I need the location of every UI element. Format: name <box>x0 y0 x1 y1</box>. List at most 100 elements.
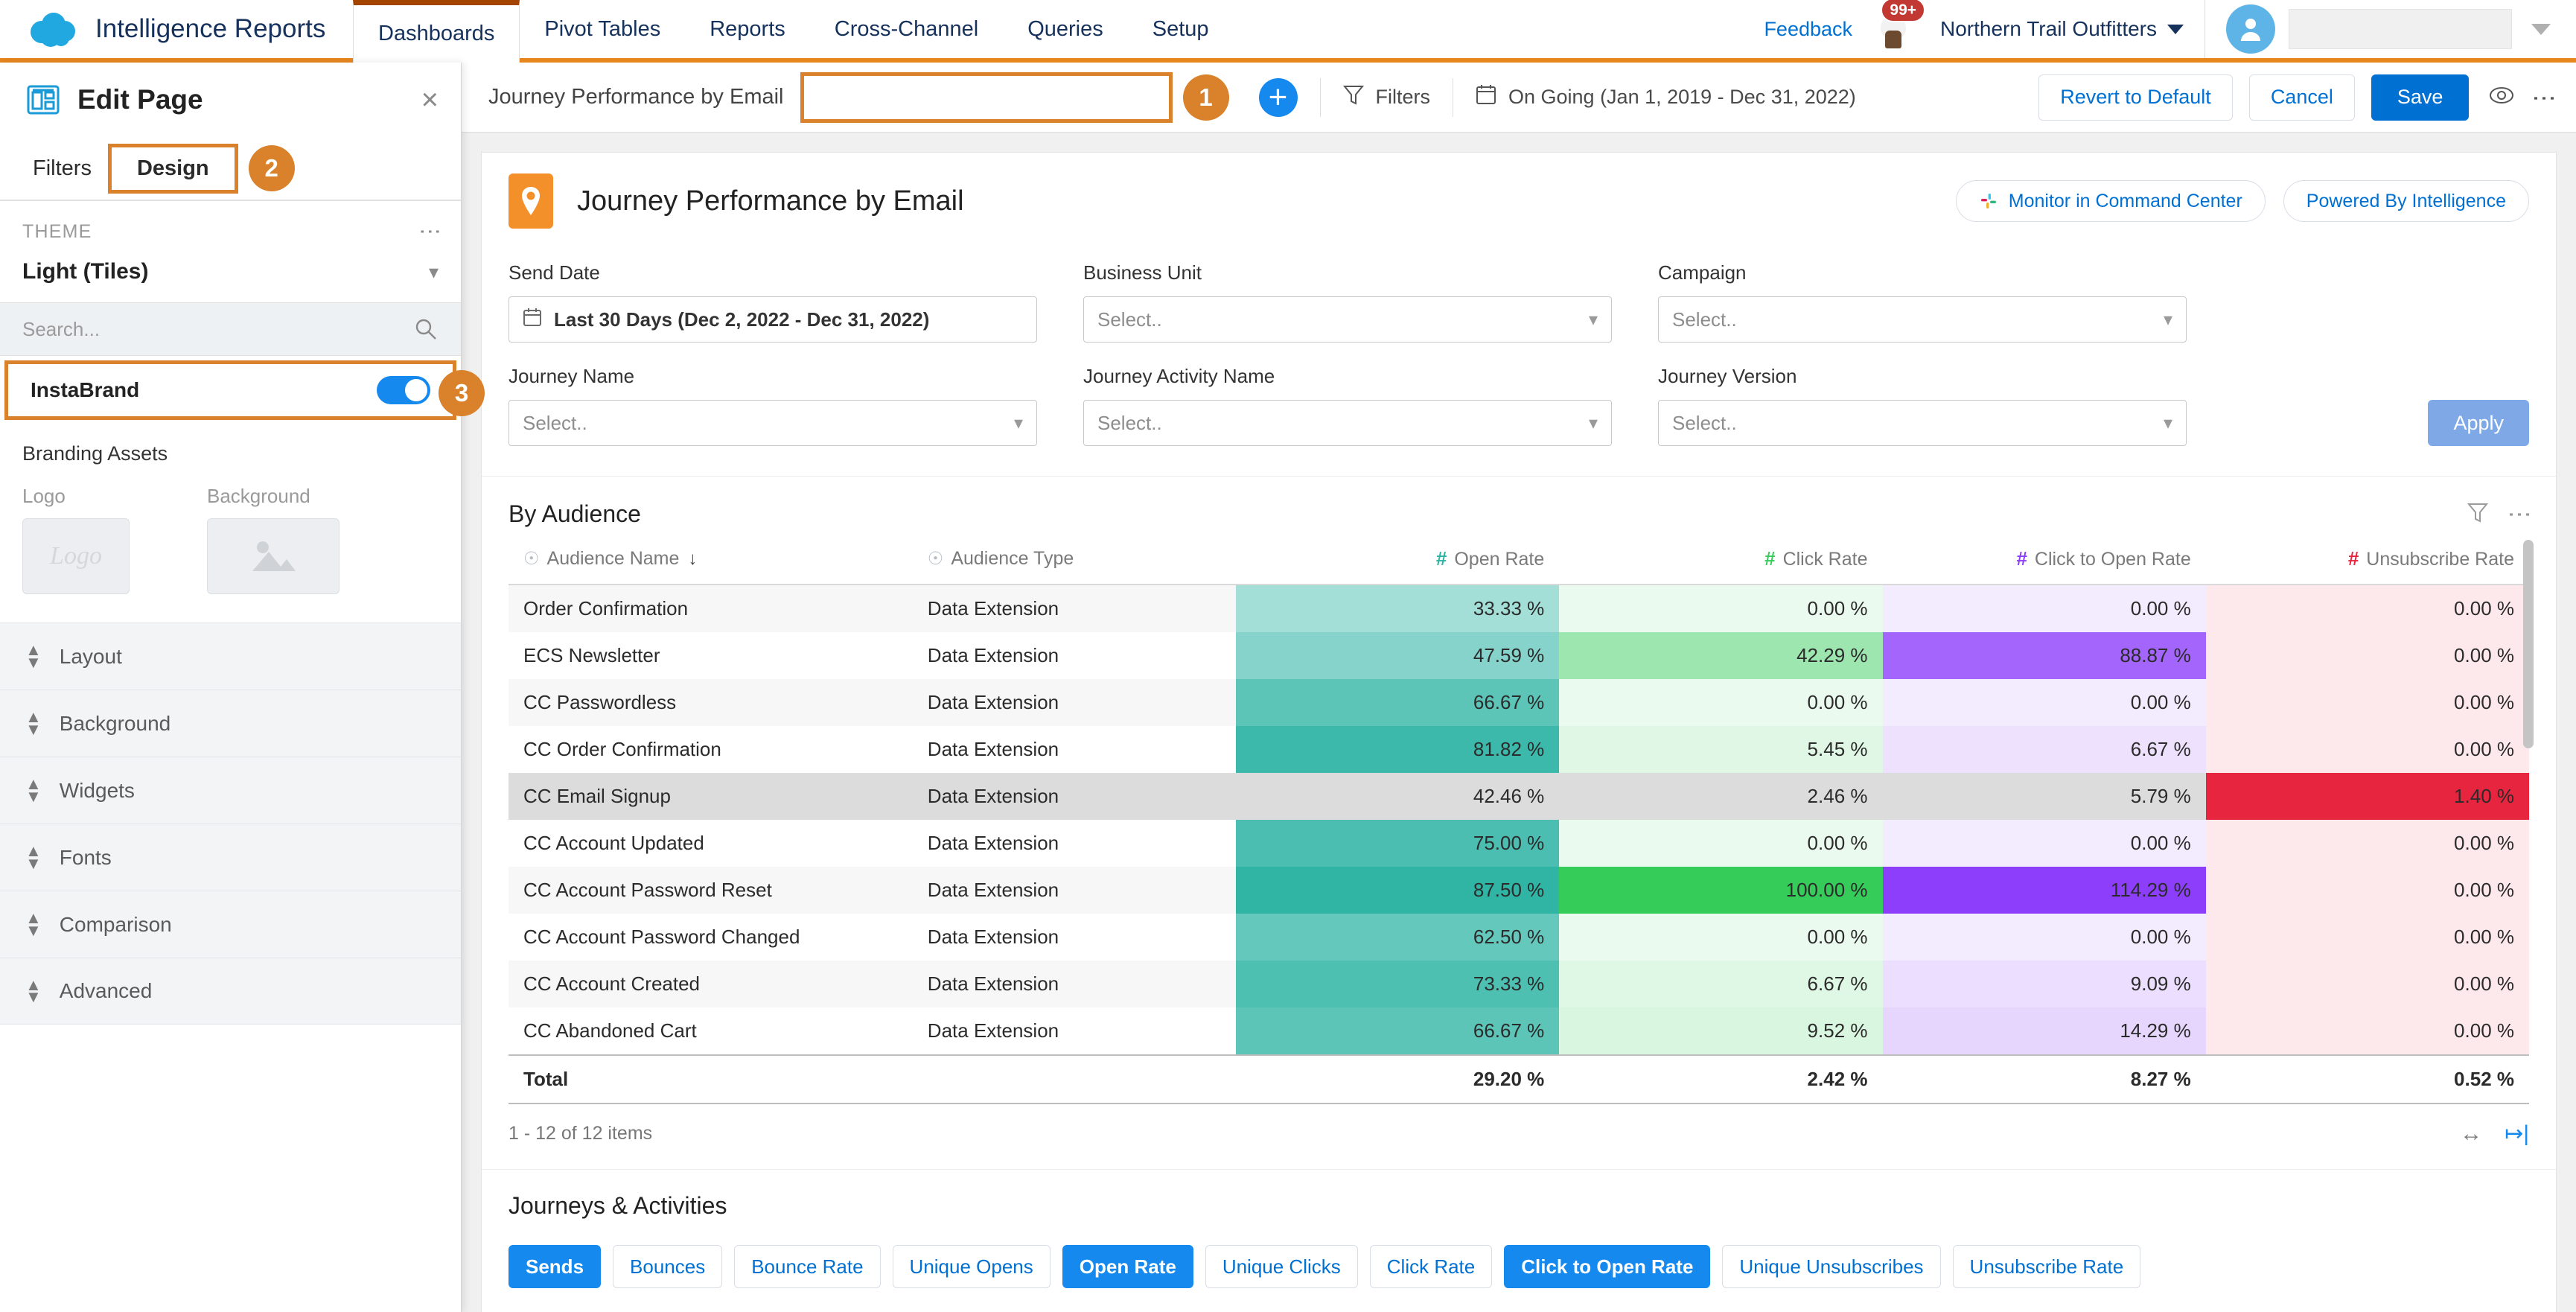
theme-search-row[interactable] <box>0 302 461 356</box>
location-pin-icon <box>508 173 553 229</box>
date-range-selector[interactable]: On Going (Jan 1, 2019 - Dec 31, 2022) <box>1476 83 1856 111</box>
org-name-label: Northern Trail Outfitters <box>1940 17 2157 40</box>
table-row[interactable]: CC Passwordless Data Extension 66.67 % 0.00… <box>508 679 2529 726</box>
instabrand-label: InstaBrand <box>31 378 140 401</box>
filters-button[interactable]: Filters <box>1342 83 1430 111</box>
table-row[interactable]: CC Abandoned Cart Data Extension 66.67 % 9.… <box>508 1007 2529 1055</box>
chevron-down-icon: ▾ <box>1588 309 1598 330</box>
save-button[interactable]: Save <box>2371 74 2470 121</box>
accordion-item-background[interactable]: ▲ ▼ Background <box>0 690 461 757</box>
nav-tab-reports[interactable]: Reports <box>685 0 810 58</box>
instabrand-row[interactable]: InstaBrand <box>4 360 456 420</box>
filters-spacer <box>2233 261 2529 365</box>
table-vertical-scrollbar[interactable] <box>2523 540 2534 748</box>
journey-name-select[interactable]: Select.. ▾ <box>508 400 1037 446</box>
einstein-assistant-icon[interactable]: 99+ <box>1870 0 1926 54</box>
feedback-link[interactable]: Feedback <box>1764 18 1852 41</box>
table-row[interactable]: CC Account Created Data Extension 73.33 % 6… <box>508 961 2529 1007</box>
expand-width-icon[interactable]: ↔ <box>2460 1121 2482 1147</box>
th-click-rate[interactable]: # Click Rate <box>1559 537 1883 585</box>
chevron-down-icon: ▾ <box>1013 413 1023 433</box>
cell-audience-type: Data Extension <box>927 644 1059 666</box>
cancel-button[interactable]: Cancel <box>2248 74 2355 121</box>
metric-chip-unique-unsubscribes[interactable]: Unique Unsubscribes <box>1722 1245 1941 1288</box>
campaign-select[interactable]: Select.. ▾ <box>1658 296 2187 343</box>
filter-funnel-icon[interactable] <box>2467 500 2489 528</box>
nav-tab-pivot-tables[interactable]: Pivot Tables <box>520 0 685 58</box>
by-audience-header-icons: ⋮ <box>2467 500 2534 528</box>
metric-chip-click-rate[interactable]: Click Rate <box>1369 1245 1493 1288</box>
widget-more-options-icon[interactable]: ⋮ <box>2507 503 2534 526</box>
user-avatar[interactable] <box>2226 4 2275 54</box>
nav-tab-setup[interactable]: Setup <box>1128 0 1234 58</box>
tab-filters[interactable]: Filters <box>16 146 108 191</box>
top-navigation-bar: Intelligence Reports Dashboards Pivot Ta… <box>0 0 2576 63</box>
logo-upload-box[interactable]: Logo <box>22 518 130 594</box>
powered-by-intelligence-button[interactable]: Powered By Intelligence <box>2283 180 2529 222</box>
table-row[interactable]: CC Email Signup Data Extension 42.46 % 2.46… <box>508 773 2529 820</box>
th-open-rate[interactable]: # Open Rate <box>1236 537 1560 585</box>
fit-to-width-icon[interactable]: ↦| <box>2505 1121 2529 1147</box>
search-input[interactable] <box>22 317 413 341</box>
dashboard-name-input[interactable] <box>800 71 1173 123</box>
journey-version-select[interactable]: Select.. ▾ <box>1658 400 2187 446</box>
cell-unsubscribe-rate: 0.00 % <box>2205 867 2529 914</box>
toolbar-more-options-icon[interactable]: ⋮ <box>2531 86 2558 109</box>
toolbar-actions: Revert to Default Cancel Save ⋮ <box>2022 74 2558 121</box>
journey-activity-name-select[interactable]: Select.. ▾ <box>1083 400 1612 446</box>
metric-chip-bounce-rate[interactable]: Bounce Rate <box>734 1245 881 1288</box>
metric-chip-unsubscribe-rate[interactable]: Unsubscribe Rate <box>1952 1245 2141 1288</box>
toolbar-divider <box>1319 77 1321 117</box>
accordion-item-comparison[interactable]: ▲ ▼ Comparison <box>0 891 461 958</box>
table-row[interactable]: CC Account Updated Data Extension 75.00 % 0… <box>508 820 2529 867</box>
tab-design[interactable]: Design <box>107 143 238 194</box>
th-unsubscribe-rate[interactable]: # Unsubscribe Rate <box>2205 537 2529 585</box>
metric-chip-click-to-open-rate[interactable]: Click to Open Rate <box>1504 1245 1711 1288</box>
metric-chip-open-rate[interactable]: Open Rate <box>1062 1245 1193 1288</box>
monitor-in-command-center-button[interactable]: Monitor in Command Center <box>1955 180 2266 222</box>
journey-activity-name-value: Select.. <box>1097 411 1162 434</box>
preview-eye-icon[interactable] <box>2488 84 2515 110</box>
table-row[interactable]: CC Order Confirmation Data Extension 81.82… <box>508 726 2529 773</box>
dashboard-canvas: Journey Performance by Email Monitor in … <box>462 133 2576 1312</box>
metric-chip-bounces[interactable]: Bounces <box>613 1245 723 1288</box>
table-row[interactable]: CC Account Password Reset Data Extension 8… <box>508 867 2529 914</box>
add-widget-button[interactable]: + <box>1258 77 1298 117</box>
accordion-item-fonts[interactable]: ▲ ▼ Fonts <box>0 824 461 891</box>
org-switcher[interactable]: Northern Trail Outfitters <box>1940 17 2184 41</box>
metric-chip-unique-opens[interactable]: Unique Opens <box>892 1245 1051 1288</box>
apply-filters-button[interactable]: Apply <box>2428 400 2529 446</box>
chevron-down-icon: ▾ <box>428 260 439 283</box>
accordion-item-layout[interactable]: ▲ ▼ Layout <box>0 622 461 690</box>
close-icon[interactable]: × <box>421 85 439 115</box>
th-audience-name[interactable]: ☉ Audience Name ↓ <box>508 537 913 585</box>
background-upload-box[interactable] <box>207 518 339 594</box>
revert-to-default-button[interactable]: Revert to Default <box>2038 74 2233 121</box>
business-unit-select[interactable]: Select.. ▾ <box>1083 296 1612 343</box>
filter-group-business-unit: Business Unit Select.. ▾ <box>1083 261 1612 343</box>
th-click-to-open-rate[interactable]: # Click to Open Rate <box>1882 537 2206 585</box>
edit-page-tabs: Filters Design 2 <box>0 133 461 201</box>
notification-count-badge: 99+ <box>1881 0 1926 23</box>
search-icon[interactable] <box>413 316 439 342</box>
theme-more-options-icon[interactable]: ⋮ <box>418 220 442 243</box>
table-row[interactable]: Order Confirmation Data Extension 33.33 % 0… <box>508 585 2529 632</box>
nav-tab-queries[interactable]: Queries <box>1003 0 1128 58</box>
instabrand-toggle[interactable] <box>377 376 430 404</box>
theme-dropdown[interactable]: Light (Tiles) ▾ <box>0 250 461 302</box>
th-audience-type[interactable]: ☉ Audience Type <box>912 537 1237 585</box>
nav-tab-cross-channel[interactable]: Cross-Channel <box>810 0 1003 58</box>
accordion-item-advanced[interactable]: ▲ ▼ Advanced <box>0 958 461 1025</box>
accordion-item-widgets[interactable]: ▲ ▼ Widgets <box>0 757 461 824</box>
metric-chip-unique-clicks[interactable]: Unique Clicks <box>1205 1245 1358 1288</box>
user-menu-chevron-icon[interactable] <box>2531 23 2551 35</box>
app-brand[interactable]: Intelligence Reports <box>0 0 353 58</box>
metric-chip-sends[interactable]: Sends <box>508 1245 602 1288</box>
send-date-select[interactable]: Last 30 Days (Dec 2, 2022 - Dec 31, 2022… <box>508 296 1037 343</box>
cell-open-rate: 47.59 % <box>1236 632 1560 679</box>
dashboard-name-input-wrapper <box>800 71 1173 123</box>
table-row[interactable]: CC Account Password Changed Data Extensio… <box>508 914 2529 961</box>
table-row[interactable]: ECS Newsletter Data Extension 47.59 % 42.29… <box>508 632 2529 679</box>
cell-audience-name: CC Account Password Reset <box>508 867 913 914</box>
nav-tab-dashboards[interactable]: Dashboards <box>353 0 520 63</box>
